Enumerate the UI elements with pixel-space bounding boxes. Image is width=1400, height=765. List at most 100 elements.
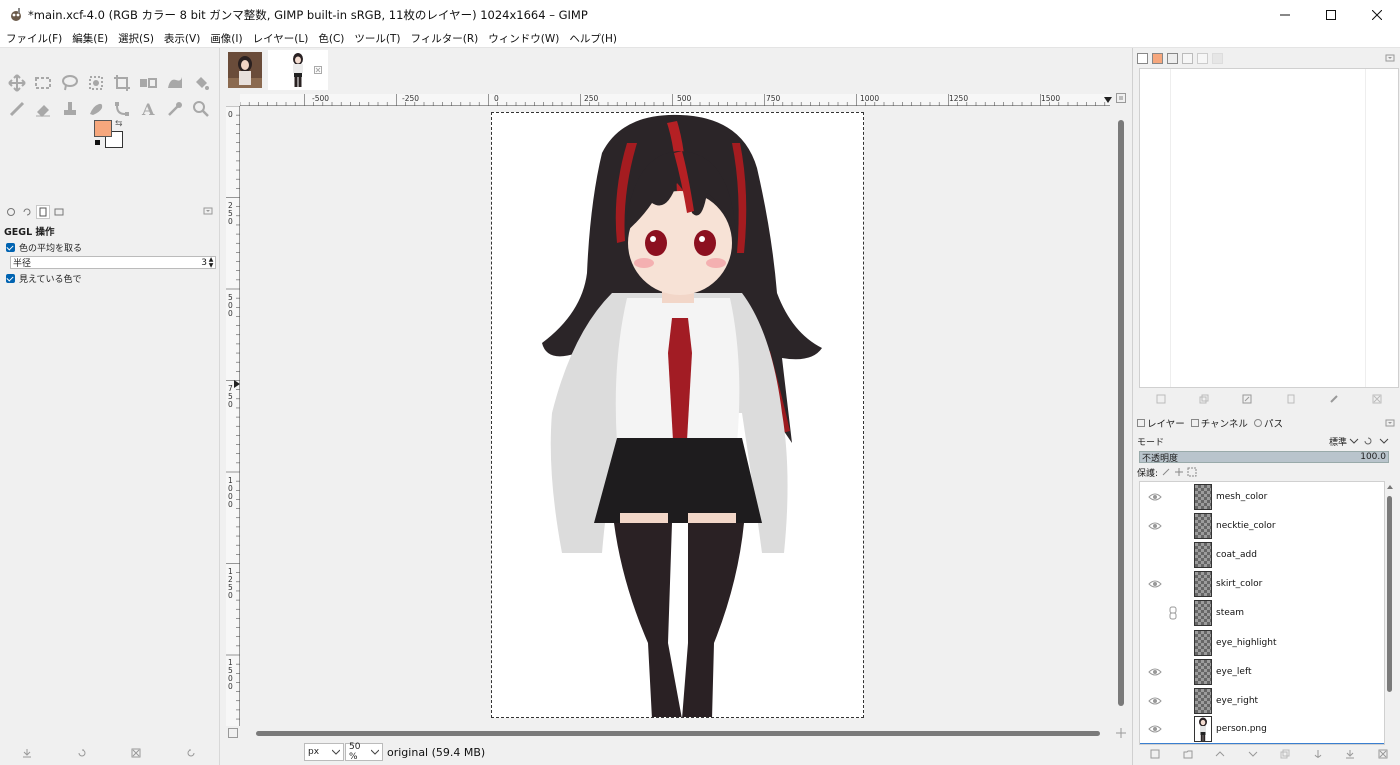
visible-colors-checkbox[interactable]	[6, 273, 15, 283]
tab-images[interactable]	[52, 205, 66, 219]
lock-alpha-icon[interactable]	[1187, 467, 1197, 477]
chain-link-icon[interactable]	[1168, 722, 1178, 736]
delete-layer-icon[interactable]	[1378, 749, 1388, 759]
brushes-grid[interactable]	[1170, 69, 1366, 387]
delete-brush-icon[interactable]	[1372, 394, 1382, 404]
visibility-eye-icon[interactable]	[1148, 638, 1162, 648]
image-tab-thumbnail-1[interactable]	[226, 50, 264, 90]
new-layer-icon[interactable]	[1150, 749, 1160, 759]
chain-link-icon[interactable]	[1168, 606, 1178, 620]
menu-image[interactable]: 画像(I)	[210, 31, 242, 46]
new-layer-group-icon[interactable]	[1183, 749, 1193, 759]
chevron-down-icon[interactable]	[1379, 436, 1389, 446]
menu-file[interactable]: ファイル(F)	[6, 31, 62, 46]
layer-list-scrollbar[interactable]	[1387, 484, 1393, 744]
tab-layers[interactable]: レイヤー	[1137, 416, 1185, 430]
menu-view[interactable]: 表示(V)	[164, 31, 200, 46]
tab-brushes-icon[interactable]	[1137, 52, 1148, 64]
layer-thumbnail[interactable]	[1194, 658, 1212, 685]
horizontal-scrollbar[interactable]	[256, 731, 1100, 736]
tab-undo-history[interactable]	[20, 205, 34, 219]
average-color-option[interactable]: 色の平均を取る	[0, 240, 218, 254]
menu-layer[interactable]: レイヤー(L)	[253, 31, 309, 46]
navigate-icon[interactable]	[1116, 728, 1126, 738]
visibility-eye-icon[interactable]	[1148, 696, 1162, 706]
layer-thumbnail[interactable]	[1194, 512, 1212, 539]
maximize-button[interactable]	[1308, 0, 1354, 30]
layer-thumbnail[interactable]	[1194, 687, 1212, 714]
crop-tool[interactable]	[109, 71, 135, 95]
chain-link-icon[interactable]	[1168, 519, 1178, 533]
visibility-eye-icon[interactable]	[1148, 492, 1162, 502]
eraser-tool[interactable]	[30, 97, 56, 121]
refresh-brush-icon[interactable]	[1286, 394, 1296, 404]
menu-edit[interactable]: 編集(E)	[72, 31, 108, 46]
zoom-selector[interactable]: 50 %	[345, 742, 383, 762]
visibility-eye-icon[interactable]	[1148, 724, 1162, 734]
bucket-fill-tool[interactable]	[188, 71, 214, 95]
scroll-thumb[interactable]	[1387, 496, 1392, 692]
image-tab-thumbnail-2[interactable]	[268, 50, 328, 90]
menu-tools[interactable]: ツール(T)	[354, 31, 400, 46]
fuzzy-select-tool[interactable]	[83, 71, 109, 95]
menu-windows[interactable]: ウィンドウ(W)	[488, 31, 559, 46]
zoom-tool[interactable]	[188, 97, 214, 121]
foreground-color-swatch[interactable]	[94, 120, 112, 137]
visibility-eye-icon[interactable]	[1148, 608, 1162, 618]
zoom-fit-icon[interactable]	[1116, 93, 1126, 103]
delete-options-icon[interactable]	[131, 748, 141, 758]
new-brush-icon[interactable]	[1156, 394, 1166, 404]
visibility-eye-icon[interactable]	[1148, 521, 1162, 531]
paths-tool[interactable]	[109, 97, 135, 121]
merge-layer-icon[interactable]	[1345, 749, 1355, 759]
horizontal-ruler[interactable]: -500 -250 0 250 500 750 1000 1250 1500	[240, 94, 1112, 106]
save-options-icon[interactable]	[22, 748, 32, 758]
lock-position-icon[interactable]	[1174, 467, 1184, 477]
opacity-slider[interactable]: 不透明度 100.0	[1139, 451, 1389, 464]
open-brush-icon[interactable]	[1329, 394, 1339, 404]
warp-tool[interactable]	[162, 71, 188, 95]
chain-link-icon[interactable]	[1168, 548, 1178, 562]
close-tab-icon[interactable]	[314, 66, 322, 74]
visibility-eye-icon[interactable]	[1148, 667, 1162, 677]
text-tool[interactable]: A	[135, 97, 161, 121]
layer-row[interactable]: mesh_color	[1140, 482, 1384, 511]
menu-help[interactable]: ヘルプ(H)	[569, 31, 617, 46]
spin-arrows-icon[interactable]: ▲ ▼	[207, 256, 215, 269]
tab-templates-icon[interactable]	[1197, 52, 1208, 64]
layer-thumbnail[interactable]	[1194, 629, 1212, 656]
layer-row[interactable]: eye_right	[1140, 686, 1384, 715]
menu-colors[interactable]: 色(C)	[318, 31, 344, 46]
menu-select[interactable]: 選択(S)	[118, 31, 154, 46]
canvas-viewport[interactable]	[241, 107, 1114, 726]
raise-layer-icon[interactable]	[1215, 749, 1225, 759]
layer-thumbnail[interactable]	[1194, 483, 1212, 510]
chain-link-icon[interactable]	[1168, 577, 1178, 591]
lasso-tool[interactable]	[57, 71, 83, 95]
tab-channels[interactable]: チャンネル	[1190, 416, 1248, 430]
smudge-tool[interactable]	[83, 97, 109, 121]
image-canvas[interactable]	[491, 112, 864, 718]
layer-thumbnail[interactable]	[1194, 571, 1212, 598]
reset-mode-icon[interactable]	[1363, 436, 1373, 446]
dock-menu-icon[interactable]	[203, 206, 213, 216]
anchor-layer-icon[interactable]	[1313, 749, 1323, 759]
layer-thumbnail[interactable]	[1194, 716, 1212, 743]
chain-link-icon[interactable]	[1168, 636, 1178, 650]
lower-layer-icon[interactable]	[1248, 749, 1258, 759]
clone-tool[interactable]	[57, 97, 83, 121]
tab-tool-options-icon[interactable]	[4, 205, 18, 219]
mode-select[interactable]: 標準	[1329, 435, 1347, 448]
vertical-scrollbar[interactable]	[1118, 120, 1124, 706]
menu-filters[interactable]: フィルター(R)	[410, 31, 478, 46]
visibility-eye-icon[interactable]	[1148, 550, 1162, 560]
chain-link-icon[interactable]	[1168, 694, 1178, 708]
average-color-checkbox[interactable]	[6, 242, 15, 252]
visibility-eye-icon[interactable]	[1148, 579, 1162, 589]
tab-fonts-icon[interactable]	[1167, 52, 1178, 64]
brushes-panel[interactable]	[1139, 68, 1399, 388]
tab-paths[interactable]: パス	[1253, 416, 1283, 430]
tab-device-status[interactable]	[36, 205, 50, 219]
transform-tool[interactable]	[135, 71, 161, 95]
scroll-up-icon[interactable]	[1387, 484, 1393, 490]
